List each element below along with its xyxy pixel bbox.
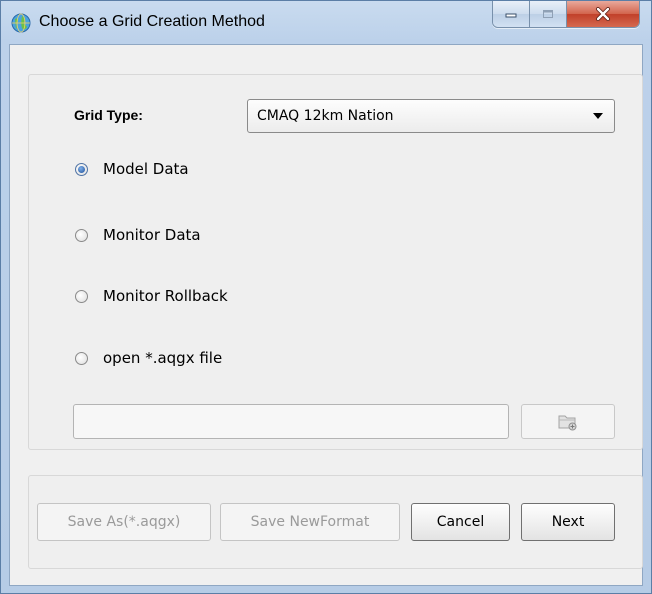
next-button[interactable]: Next bbox=[521, 503, 615, 541]
option-label: Monitor Rollback bbox=[103, 287, 228, 305]
radio-monitor-data[interactable] bbox=[75, 228, 88, 242]
maximize-button[interactable] bbox=[530, 1, 567, 27]
minimize-button[interactable] bbox=[493, 1, 530, 27]
title-bar[interactable]: Choose a Grid Creation Method bbox=[1, 1, 651, 45]
grid-type-label: Grid Type: bbox=[74, 107, 143, 123]
save-newformat-button[interactable]: Save NewFormat bbox=[220, 503, 400, 541]
option-label: Model Data bbox=[103, 160, 189, 178]
option-monitor-data[interactable]: Monitor Data bbox=[75, 226, 201, 244]
close-button[interactable] bbox=[567, 1, 639, 27]
option-open-aqgx[interactable]: open *.aqgx file bbox=[75, 349, 222, 367]
radio-monitor-rollback[interactable] bbox=[75, 289, 88, 303]
option-label: Monitor Data bbox=[103, 226, 201, 244]
file-path-input[interactable] bbox=[73, 404, 509, 439]
option-label: open *.aqgx file bbox=[103, 349, 223, 367]
save-as-aqgx-button[interactable]: Save As(*.aqgx) bbox=[37, 503, 211, 541]
grid-type-dropdown[interactable]: CMAQ 12km Nation bbox=[247, 99, 615, 133]
folder-open-icon bbox=[558, 415, 577, 430]
option-monitor-rollback[interactable]: Monitor Rollback bbox=[75, 287, 228, 305]
radio-model-data[interactable] bbox=[75, 162, 88, 176]
window-controls bbox=[492, 1, 640, 28]
maximize-icon bbox=[543, 10, 553, 18]
window-title: Choose a Grid Creation Method bbox=[39, 13, 265, 30]
browse-file-button[interactable] bbox=[521, 404, 615, 439]
option-model-data[interactable]: Model Data bbox=[75, 160, 189, 178]
chevron-down-icon bbox=[593, 113, 603, 119]
cancel-button[interactable]: Cancel bbox=[411, 503, 510, 541]
radio-open-aqgx[interactable] bbox=[75, 351, 88, 365]
close-icon bbox=[596, 7, 610, 21]
grid-type-value: CMAQ 12km Nation bbox=[257, 108, 394, 124]
globe-icon bbox=[11, 13, 31, 33]
minimize-icon bbox=[505, 13, 517, 18]
